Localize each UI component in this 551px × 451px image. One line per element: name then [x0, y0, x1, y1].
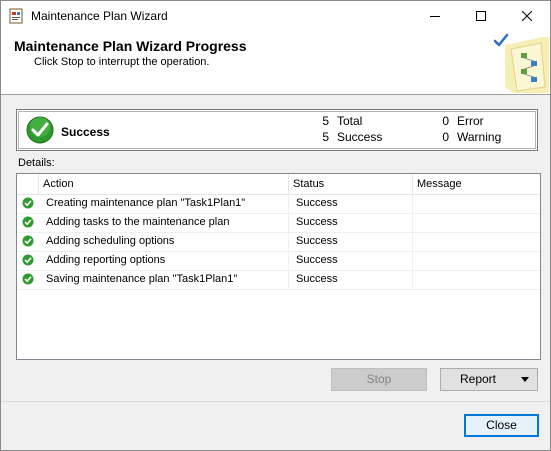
minimize-icon	[430, 16, 440, 17]
row-action: Saving maintenance plan "Task1Plan1"	[46, 273, 238, 285]
details-grid[interactable]: Action Status Message Creating maintenan…	[16, 173, 541, 360]
wizard-window: Maintenance Plan Wizard Maintenance Plan…	[0, 0, 551, 451]
table-row[interactable]: Creating maintenance plan "Task1Plan1" S…	[17, 194, 540, 214]
summary-panel: Success 5 Total 5 Success 0 Error 0 Warn…	[16, 109, 538, 151]
details-label: Details:	[18, 157, 55, 169]
success-label: Success	[337, 130, 383, 144]
success-count: 5	[322, 130, 329, 144]
row-status: Success	[296, 235, 338, 247]
row-message	[420, 270, 538, 289]
row-message	[420, 251, 538, 270]
row-action: Adding scheduling options	[46, 235, 175, 247]
maximize-button[interactable]	[458, 1, 504, 31]
close-icon	[522, 11, 532, 21]
warning-label: Warning	[457, 130, 502, 144]
success-check-icon	[22, 197, 34, 209]
summary-status: Success	[61, 125, 110, 139]
success-check-icon	[22, 235, 34, 247]
close-button[interactable]: Close	[464, 414, 539, 437]
row-status: Success	[296, 273, 338, 285]
success-check-icon	[22, 254, 34, 266]
row-action: Adding tasks to the maintenance plan	[46, 216, 230, 228]
column-header-action[interactable]: Action	[39, 174, 289, 194]
table-row[interactable]: Adding tasks to the maintenance plan Suc…	[17, 213, 540, 233]
footer-divider	[1, 401, 550, 402]
report-button[interactable]: Report	[440, 368, 538, 391]
wizard-header: Maintenance Plan Wizard Progress Click S…	[1, 31, 550, 95]
report-button-label: Report	[459, 372, 497, 386]
chevron-down-icon	[521, 377, 529, 382]
warning-count: 0	[442, 130, 449, 144]
row-message	[420, 232, 538, 251]
row-status: Success	[296, 197, 338, 209]
row-message	[420, 213, 538, 232]
total-label: Total	[337, 114, 363, 128]
wizard-app-icon	[8, 8, 24, 24]
row-status: Success	[296, 216, 338, 228]
title-bar[interactable]: Maintenance Plan Wizard	[1, 1, 550, 31]
row-action: Adding reporting options	[46, 254, 166, 266]
page-title: Maintenance Plan Wizard Progress	[14, 38, 247, 54]
total-count: 5	[322, 114, 329, 128]
stop-button[interactable]: Stop	[331, 368, 427, 391]
row-message	[420, 194, 538, 213]
page-subtitle: Click Stop to interrupt the operation.	[34, 56, 210, 68]
column-header-status[interactable]: Status	[289, 174, 413, 194]
table-row[interactable]: Adding reporting options Success	[17, 251, 540, 271]
minimize-button[interactable]	[412, 1, 458, 31]
error-count: 0	[442, 114, 449, 128]
maximize-icon	[476, 11, 486, 21]
success-check-icon	[22, 273, 34, 285]
wizard-banner-icon	[493, 33, 549, 93]
error-label: Error	[457, 114, 484, 128]
column-header-message[interactable]: Message	[413, 174, 540, 194]
row-status: Success	[296, 254, 338, 266]
row-action: Creating maintenance plan "Task1Plan1"	[46, 197, 246, 209]
window-close-button[interactable]	[504, 1, 550, 31]
success-check-icon	[22, 216, 34, 228]
column-header-icon[interactable]	[17, 174, 39, 194]
window-title: Maintenance Plan Wizard	[31, 9, 168, 23]
table-row[interactable]: Adding scheduling options Success	[17, 232, 540, 252]
grid-header: Action Status Message	[17, 174, 540, 195]
success-check-icon	[26, 116, 54, 144]
table-row[interactable]: Saving maintenance plan "Task1Plan1" Suc…	[17, 270, 540, 290]
